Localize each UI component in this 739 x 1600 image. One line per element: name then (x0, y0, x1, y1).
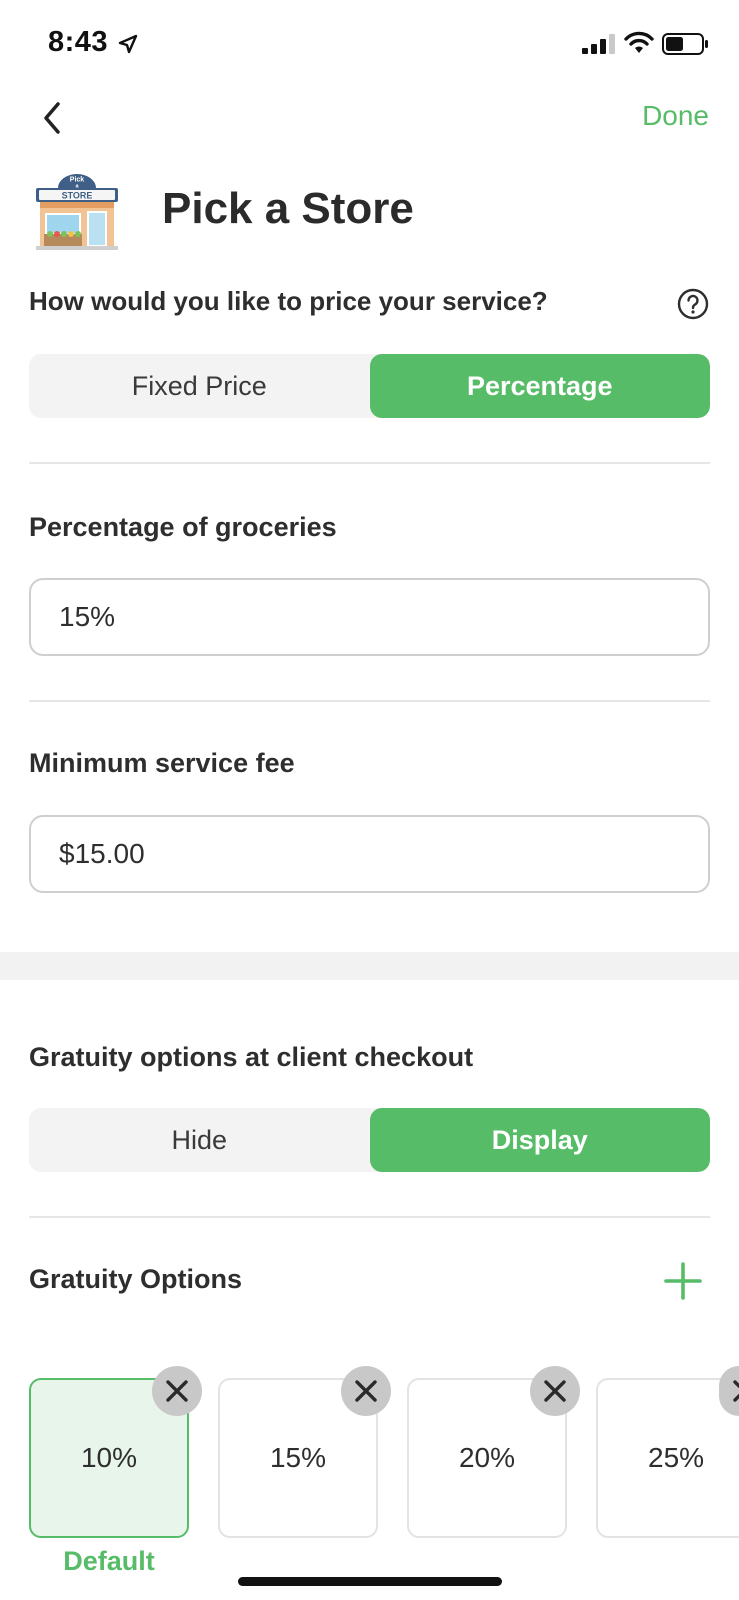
help-icon[interactable] (677, 288, 709, 320)
gratuity-options-label: Gratuity Options (29, 1264, 243, 1294)
remove-option-button[interactable] (341, 1366, 391, 1416)
close-icon (355, 1380, 377, 1402)
chevron-left-icon (44, 102, 60, 134)
back-button[interactable] (36, 96, 70, 140)
tab-hide[interactable]: Hide (29, 1108, 370, 1172)
minimum-service-fee-label: Minimum service fee (29, 748, 295, 778)
remove-option-button[interactable] (530, 1366, 580, 1416)
logo-text-pick: Pick (70, 177, 85, 184)
percentage-of-groceries-label: Percentage of groceries (29, 512, 337, 542)
gratuity-option-card[interactable]: 25% (596, 1378, 739, 1538)
battery-icon (662, 33, 708, 55)
cellular-signal-icon (582, 34, 615, 54)
divider (29, 700, 710, 702)
wifi-icon (624, 31, 654, 53)
section-separator (0, 952, 739, 980)
close-icon (166, 1380, 188, 1402)
add-gratuity-option-button[interactable] (664, 1262, 702, 1300)
divider (29, 1216, 710, 1218)
store-logo: STORE Pick a (36, 174, 118, 250)
close-icon (544, 1380, 566, 1402)
gratuity-visibility-segmented-control: Hide Display (29, 1108, 710, 1172)
percentage-of-groceries-input[interactable]: 15% (29, 578, 710, 656)
tab-display[interactable]: Display (369, 1108, 710, 1172)
divider (29, 462, 710, 464)
status-bar: 8:43 (0, 0, 739, 90)
tab-fixed-price[interactable]: Fixed Price (29, 354, 370, 418)
logo-text-store: STORE (62, 191, 93, 201)
page-title: Pick a Store (162, 184, 414, 233)
tab-percentage[interactable]: Percentage (369, 354, 710, 418)
done-button[interactable]: Done (642, 100, 709, 132)
remove-option-button[interactable] (152, 1366, 202, 1416)
status-time: 8:43 (48, 26, 109, 58)
default-option-label: Default (63, 1546, 155, 1576)
gratuity-checkout-label: Gratuity options at client checkout (29, 1042, 474, 1072)
pricing-type-segmented-control: Fixed Price Percentage (29, 354, 710, 418)
minimum-service-fee-input[interactable]: $15.00 (29, 815, 710, 893)
location-arrow-icon (118, 34, 138, 54)
home-indicator (238, 1577, 502, 1586)
pricing-question: How would you like to price your service… (29, 286, 548, 316)
